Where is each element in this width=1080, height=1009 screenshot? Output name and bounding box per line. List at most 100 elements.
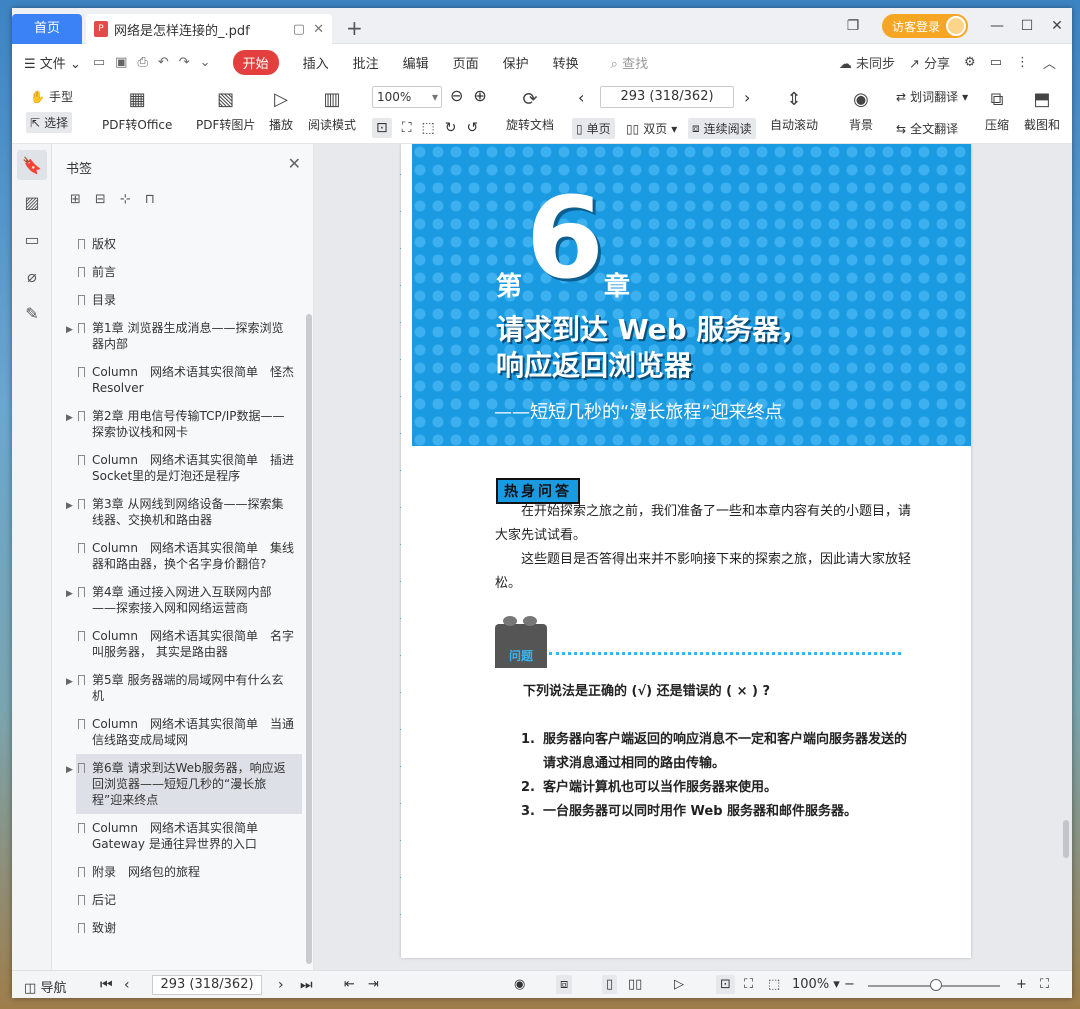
status-zoom-select[interactable]: 100% ▾: [792, 977, 840, 992]
close-icon[interactable]: ✕: [288, 154, 301, 173]
maximize-button[interactable]: ☐: [1012, 18, 1042, 34]
bookmark-add-icon[interactable]: ⊹: [120, 192, 131, 207]
bookmark-item[interactable]: 致谢: [52, 914, 302, 942]
expand-arrow-icon[interactable]: ▶: [66, 586, 73, 602]
minimize-button[interactable]: —: [982, 18, 1012, 34]
last-page-icon[interactable]: ⏭: [300, 977, 313, 993]
rotate-right-icon[interactable]: ↻: [445, 120, 457, 136]
next-page-button[interactable]: ›: [744, 88, 750, 107]
compress-button[interactable]: ⧉ 压缩: [984, 86, 1010, 133]
menu-annotate[interactable]: 批注: [353, 53, 379, 72]
word-translate-button[interactable]: ⇄ 划词翻译 ▾: [896, 88, 968, 105]
collapse-ribbon-icon[interactable]: ︿: [1043, 53, 1056, 72]
expand-arrow-icon[interactable]: ▶: [66, 410, 73, 426]
redo-icon[interactable]: ↷: [179, 55, 190, 70]
tab-close-icon[interactable]: ✕: [313, 22, 324, 37]
bookmark-item[interactable]: ▶ 第6章 请求到达Web服务器，响应返回浏览器——短短几秒的“漫长旅程”迎来终点: [66, 754, 302, 814]
bookmark-item[interactable]: ▶ 第1章 浏览器生成消息——探索浏览器内部: [52, 314, 302, 358]
window-layout-icon[interactable]: ❐: [838, 18, 868, 34]
visitor-login-button[interactable]: 访客登录: [881, 14, 968, 38]
menu-insert[interactable]: 插入: [303, 53, 329, 72]
play-status-icon[interactable]: ▷: [674, 977, 684, 992]
settings-gear-icon[interactable]: ⚙: [964, 55, 976, 70]
zoom-out-icon[interactable]: ⊖: [450, 86, 463, 105]
bookmark-item[interactable]: Column 网络术语其实很简单 插进Socket里的是灯泡还是程序: [52, 446, 302, 490]
single-status-icon[interactable]: ▯: [602, 975, 618, 994]
document-scrollbar[interactable]: [1062, 144, 1070, 970]
menu-start[interactable]: 开始: [232, 49, 279, 75]
tab-document[interactable]: P 网络是怎样连接的_.pdf ▢ ✕: [86, 14, 332, 44]
next-page-icon[interactable]: ›: [278, 977, 284, 993]
eye-mode-icon[interactable]: ◉: [514, 977, 525, 992]
double-status-icon[interactable]: ▯▯: [628, 977, 642, 992]
undo-icon[interactable]: ↶: [158, 55, 169, 70]
menu-protect[interactable]: 保护: [503, 53, 529, 72]
play-button[interactable]: ▷ 播放: [268, 86, 294, 133]
bookmark-item[interactable]: ▶ 第2章 用电信号传输TCP/IP数据——探索协议栈和网卡: [52, 402, 302, 446]
bookmark-item[interactable]: Column 网络术语其实很简单 集线器和路由器，换个名字身价翻倍?: [52, 534, 302, 578]
bookmark-item[interactable]: ▶ 第3章 从网线到网络设备——探索集线器、交换机和路由器: [52, 490, 302, 534]
bookmark-item[interactable]: Column 网络术语其实很简单 当通信线路变成局域网: [52, 710, 302, 754]
bookmark-panel-icon[interactable]: 🔖: [17, 150, 47, 180]
message-icon[interactable]: ▭: [990, 55, 1002, 70]
select-tool[interactable]: ⇱ 选择: [26, 112, 73, 133]
save-icon[interactable]: ▣: [115, 55, 127, 70]
page-number-input[interactable]: 293 (318/362): [600, 86, 734, 108]
menu-convert[interactable]: 转换: [553, 53, 579, 72]
comment-panel-icon[interactable]: ▭: [17, 224, 47, 254]
continuous-read-button[interactable]: ⧈ 连续阅读: [688, 118, 756, 139]
thumbnail-panel-icon[interactable]: ▨: [17, 187, 47, 217]
full-translate-button[interactable]: ⇆ 全文翻译: [896, 120, 958, 137]
continuous-status-icon[interactable]: ⧈: [556, 975, 573, 994]
fit-width-status-icon[interactable]: ⬚: [768, 977, 780, 992]
forward-view-icon[interactable]: ⇥: [368, 977, 379, 992]
share-button[interactable]: ↗ 分享: [909, 53, 950, 72]
bookmark-item[interactable]: 后记: [52, 886, 302, 914]
hand-tool[interactable]: ✋ 手型: [30, 88, 73, 105]
hamburger-menu-icon[interactable]: ☰ 文件 ⌄: [24, 53, 81, 72]
actual-size-status-icon[interactable]: ⊡: [716, 975, 735, 994]
back-view-icon[interactable]: ⇤: [344, 977, 355, 992]
menu-search[interactable]: ⌕ 查找: [611, 53, 648, 72]
expand-arrow-icon[interactable]: ▶: [66, 322, 73, 338]
scrollbar-thumb[interactable]: [1063, 820, 1069, 858]
bookmark-item[interactable]: Column 网络术语其实很简单 名字叫服务器， 其实是路由器: [52, 622, 302, 666]
expand-arrow-icon[interactable]: ▶: [66, 762, 73, 778]
unsync-button[interactable]: ☁ 未同步: [839, 53, 895, 72]
bookmark-item[interactable]: Column 网络术语其实很简单 Gateway 是通往异世界的入口: [52, 814, 302, 858]
fit-page-status-icon[interactable]: ⛶: [744, 977, 753, 992]
single-page-button[interactable]: ▯ 单页: [572, 118, 615, 139]
bookmark-item[interactable]: ▶ 第5章 服务器端的局域网中有什么玄机: [52, 666, 302, 710]
expand-arrow-icon[interactable]: ▶: [66, 498, 73, 514]
read-mode-button[interactable]: ▥ 阅读模式: [308, 86, 356, 133]
add-bookmark-icon[interactable]: ⊞: [70, 192, 81, 207]
prev-page-button[interactable]: ‹: [578, 88, 584, 107]
new-tab-button[interactable]: +: [346, 16, 363, 40]
expand-arrow-icon[interactable]: ▶: [66, 674, 73, 690]
fit-width-icon[interactable]: ⬚: [422, 120, 435, 136]
bookmark-item[interactable]: 前言: [52, 258, 302, 286]
attachment-panel-icon[interactable]: ⌀: [17, 261, 47, 291]
bookmark-item[interactable]: 版权: [52, 230, 302, 258]
double-page-button[interactable]: ▯▯ 双页 ▾: [626, 120, 677, 137]
bookmark-scrollbar[interactable]: [306, 314, 312, 964]
zoom-slider[interactable]: [868, 979, 1000, 991]
menu-edit[interactable]: 编辑: [403, 53, 429, 72]
rotate-doc-button[interactable]: ⟳ 旋转文档: [506, 86, 554, 133]
signature-panel-icon[interactable]: ✎: [17, 298, 47, 328]
print-icon[interactable]: ⎙: [137, 55, 147, 70]
close-window-button[interactable]: ✕: [1042, 18, 1072, 34]
pdf-to-office-button[interactable]: ▦ PDF转Office: [102, 86, 172, 133]
zoom-in-icon[interactable]: ⊕: [473, 86, 486, 105]
bookmark-item[interactable]: 目录: [52, 286, 302, 314]
first-page-icon[interactable]: ⏮: [100, 977, 113, 993]
zoom-select[interactable]: 100% ▾: [372, 86, 442, 108]
open-folder-icon[interactable]: ▭: [93, 55, 105, 70]
status-zoom-in-icon[interactable]: +: [1016, 977, 1027, 992]
bookmark-item[interactable]: ▶ 第4章 通过接入网进入互联网内部——探索接入网和网络运营商: [52, 578, 302, 622]
zoom-slider-knob[interactable]: [930, 979, 942, 991]
screenshot-button[interactable]: ⬒ 截图和: [1024, 86, 1060, 133]
bookmark-item[interactable]: Column 网络术语其实很简单 怪杰Resolver: [52, 358, 302, 402]
bookmark-icon[interactable]: ⊓: [145, 192, 155, 207]
background-button[interactable]: ◉ 背景: [848, 86, 874, 133]
